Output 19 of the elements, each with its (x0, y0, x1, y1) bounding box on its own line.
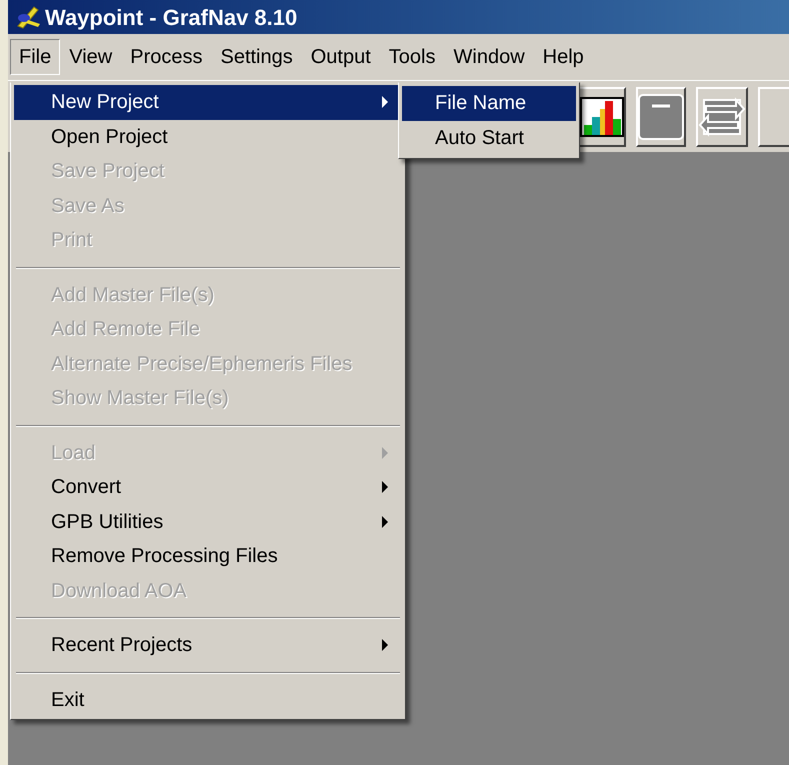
menu-bar-item[interactable]: Help (534, 39, 593, 75)
box-icon (638, 94, 684, 140)
menu-bar-item[interactable]: Tools (380, 39, 444, 75)
menu-item[interactable]: Auto Start (402, 120, 576, 155)
bar-chart-icon (580, 96, 624, 136)
menu-item[interactable]: GPB Utilities (14, 504, 402, 539)
menu-bar-item[interactable]: Output (302, 39, 380, 75)
menu-item[interactable]: Open Project (14, 120, 402, 154)
menu-bar-item[interactable]: Process (121, 39, 212, 75)
menu-bar-item[interactable]: File (10, 39, 60, 75)
menu-item[interactable]: File Name (402, 86, 576, 120)
menu-bar-item[interactable]: View (60, 39, 122, 75)
menu-bar-item[interactable]: Window (444, 39, 534, 75)
menu-item[interactable]: Remove Processing Files (14, 539, 402, 574)
menu-item[interactable]: Exit (14, 682, 402, 717)
menu-bar-item[interactable]: Settings (211, 39, 302, 75)
window-title: Waypoint - GrafNav 8.10 (45, 4, 298, 32)
menu-item[interactable]: Convert (14, 470, 402, 504)
menu-item[interactable]: Recent Projects (14, 628, 402, 662)
